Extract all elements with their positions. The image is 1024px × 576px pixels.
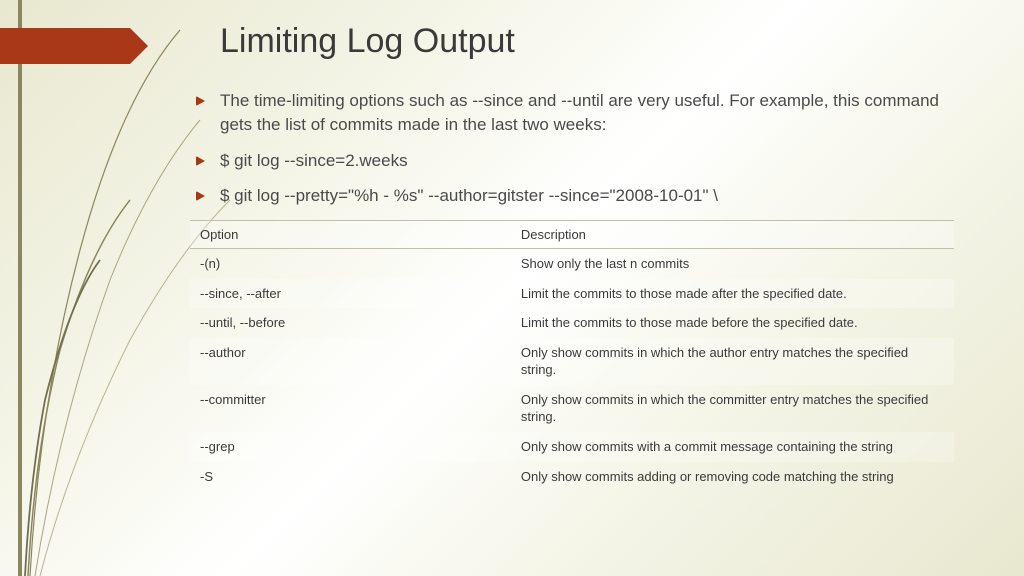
left-vertical-stripe bbox=[18, 0, 22, 576]
table-row: --until, --beforeLimit the commits to th… bbox=[190, 308, 954, 338]
bullet-item: $ git log --since=2.weeks bbox=[190, 149, 954, 173]
table-row: --since, --afterLimit the commits to tho… bbox=[190, 279, 954, 309]
table-row: --committerOnly show commits in which th… bbox=[190, 385, 954, 432]
table-row: --authorOnly show commits in which the a… bbox=[190, 338, 954, 385]
slide-title: Limiting Log Output bbox=[220, 22, 954, 61]
table-row: -(n)Show only the last n commits bbox=[190, 249, 954, 279]
options-table: Option Description -(n)Show only the las… bbox=[190, 220, 954, 491]
table-header-description: Description bbox=[511, 221, 954, 249]
bullet-item: $ git log --pretty="%h - %s" --author=gi… bbox=[190, 184, 954, 208]
table-row: -SOnly show commits adding or removing c… bbox=[190, 462, 954, 492]
options-table-wrap: Option Description -(n)Show only the las… bbox=[190, 220, 954, 491]
bullet-item: The time-limiting options such as --sinc… bbox=[190, 89, 954, 137]
bullet-list: The time-limiting options such as --sinc… bbox=[190, 89, 954, 208]
table-header-option: Option bbox=[190, 221, 511, 249]
slide-content: Limiting Log Output The time-limiting op… bbox=[220, 22, 954, 491]
bookmark-ribbon bbox=[0, 28, 130, 64]
table-row: --grepOnly show commits with a commit me… bbox=[190, 432, 954, 462]
